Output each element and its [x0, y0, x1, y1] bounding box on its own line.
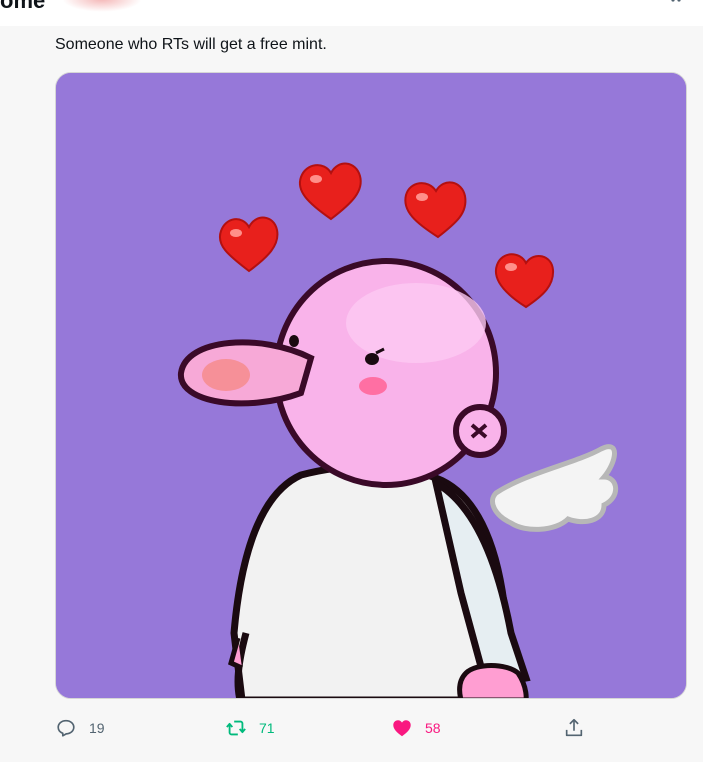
reply-icon	[57, 719, 75, 737]
tweet-actions: 19 71 58	[55, 712, 655, 744]
cupid-character-illustration	[56, 73, 686, 698]
author-handle-blur	[62, 0, 142, 12]
tweet-text: Someone who RTs will get a free mint.	[55, 36, 327, 53]
tweet-header: ome	[0, 0, 703, 26]
like-count: 58	[425, 720, 441, 736]
share-button[interactable]	[563, 712, 585, 744]
retweet-icon	[226, 720, 246, 736]
reply-count: 19	[89, 720, 105, 736]
more-icon[interactable]	[667, 0, 687, 8]
share-icon	[565, 718, 583, 737]
tweet-image[interactable]	[55, 72, 687, 699]
author-name[interactable]: ome	[0, 0, 45, 14]
heart-icon	[393, 720, 411, 737]
retweet-count: 71	[259, 720, 275, 736]
retweet-button[interactable]: 71	[225, 712, 275, 744]
reply-button[interactable]: 19	[55, 712, 105, 744]
like-button[interactable]: 58	[391, 712, 441, 744]
